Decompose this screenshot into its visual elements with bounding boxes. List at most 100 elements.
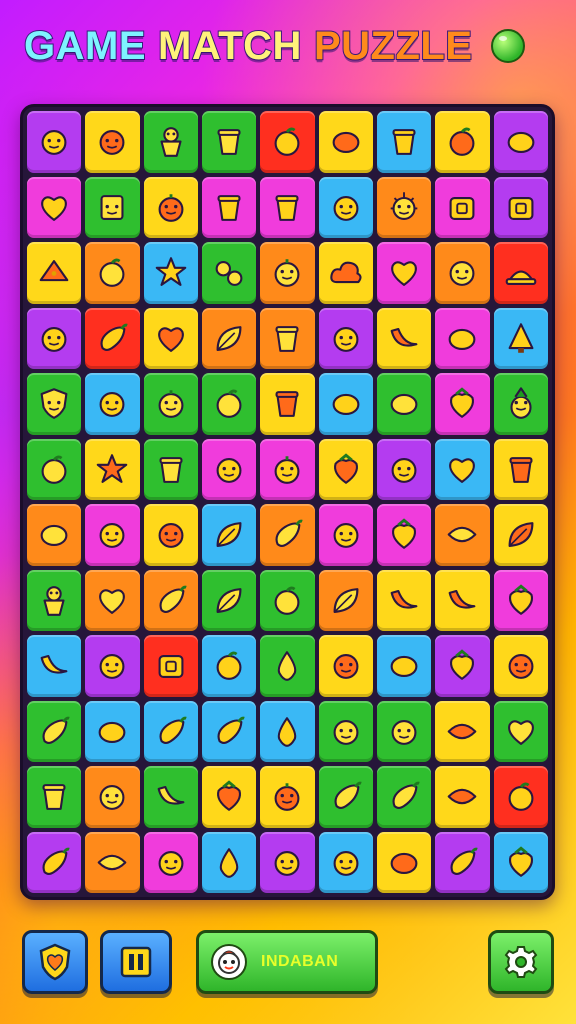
tile-pepper[interactable] [143,504,198,566]
tile-radish[interactable] [376,504,432,566]
tile-box[interactable] [143,635,198,697]
tile-pumpkin[interactable] [143,176,198,238]
tile-leaf[interactable] [493,504,548,566]
tile-smiley-fruit[interactable] [143,831,198,893]
tile-pepper[interactable] [493,635,548,697]
player-button[interactable]: INDABAN [196,930,378,994]
tile-chili[interactable] [376,766,432,828]
tile-banana[interactable] [376,569,432,631]
tile-pumpkin[interactable] [143,373,198,435]
tile-berry[interactable] [318,438,373,500]
tile-apple[interactable] [435,111,490,173]
tile-eggplant[interactable] [85,307,140,369]
tile-cheese[interactable] [27,242,82,304]
tile-pear[interactable] [201,831,257,893]
tile-cup[interactable] [376,111,432,173]
tile-smiley-fruit[interactable] [85,766,140,828]
tile-gingerbread[interactable] [27,569,82,631]
tile-smiley-fruit[interactable] [27,111,82,173]
tile-strawberry[interactable] [201,766,257,828]
tile-apple[interactable] [27,438,82,500]
tile-jar[interactable] [260,307,315,369]
hint-button[interactable] [22,930,88,994]
tile-orange[interactable] [260,766,315,828]
tile-lemon[interactable] [493,111,548,173]
tile-jar[interactable] [260,373,315,435]
tile-broccoli[interactable] [201,569,257,631]
tile-lemon[interactable] [318,111,373,173]
tile-carrot[interactable] [435,831,490,893]
tile-frog-face[interactable] [318,176,373,238]
tile-chili[interactable] [143,700,198,762]
tile-banana[interactable] [143,766,198,828]
tile-apple[interactable] [85,242,140,304]
tile-shield[interactable] [27,373,82,435]
tile-frog-face[interactable] [85,635,140,697]
tile-pineapple[interactable] [493,373,548,435]
tile-star[interactable] [143,242,198,304]
tile-strawberry[interactable] [493,831,548,893]
tile-bread[interactable] [435,504,490,566]
tile-tomato[interactable] [260,569,315,631]
tile-jar[interactable] [201,111,257,173]
tile-pear[interactable] [260,635,315,697]
tile-lemon[interactable] [376,635,432,697]
tile-smiley-face[interactable] [318,504,373,566]
tile-cup[interactable] [260,176,315,238]
tile-smiley-face[interactable] [318,700,373,762]
tile-tree[interactable] [493,307,548,369]
tile-tomato[interactable] [260,111,315,173]
tile-smiley-face[interactable] [201,438,257,500]
tile-heart[interactable] [143,307,198,369]
tile-bread[interactable] [85,831,140,893]
tile-jar[interactable] [201,176,257,238]
tile-carrot[interactable] [260,504,315,566]
tile-robot-face[interactable] [85,176,140,238]
tile-pepper[interactable] [318,307,373,369]
tile-heart[interactable] [27,176,82,238]
tile-lemon[interactable] [376,373,432,435]
tile-drop[interactable] [260,700,315,762]
tile-smiley-face[interactable] [27,307,82,369]
tile-lemon[interactable] [27,504,82,566]
tile-smiley-face[interactable] [85,504,140,566]
tile-strawberry[interactable] [435,373,490,435]
tile-heart[interactable] [376,242,432,304]
tile-banana[interactable] [435,569,490,631]
tile-eggplant[interactable] [27,831,82,893]
tile-leaf[interactable] [201,504,257,566]
tile-apple[interactable] [201,373,257,435]
tile-lemon[interactable] [85,700,140,762]
tile-lemon[interactable] [376,831,432,893]
tile-face-blob[interactable] [376,700,432,762]
tile-heart[interactable] [493,700,548,762]
tile-cup[interactable] [493,438,548,500]
tile-peas[interactable] [201,242,257,304]
pause-button[interactable] [100,930,172,994]
tile-banana[interactable] [376,307,432,369]
tile-radish[interactable] [493,569,548,631]
tile-heart[interactable] [435,438,490,500]
tile-sun-face[interactable] [376,176,432,238]
tile-basket[interactable] [493,176,548,238]
tile-smiley-face[interactable] [376,438,432,500]
tile-heart[interactable] [85,569,140,631]
tile-star[interactable] [85,438,140,500]
tile-chili[interactable] [27,700,82,762]
tile-gingerbread[interactable] [143,111,198,173]
tile-carrot[interactable] [201,700,257,762]
tile-lemon[interactable] [435,307,490,369]
tile-smiley-drop[interactable] [85,373,140,435]
tile-lips[interactable] [435,700,490,762]
tile-smiley-face[interactable] [318,831,373,893]
tile-cake[interactable] [435,176,490,238]
tile-chili[interactable] [318,766,373,828]
tile-banana[interactable] [27,635,82,697]
tile-tomato[interactable] [493,766,548,828]
tile-cup[interactable] [143,438,198,500]
tile-face-blob[interactable] [85,111,140,173]
tile-leaf[interactable] [318,569,373,631]
tile-smiley-face[interactable] [318,635,373,697]
tile-palm[interactable] [201,307,257,369]
tile-smiley-fruit[interactable] [260,831,315,893]
